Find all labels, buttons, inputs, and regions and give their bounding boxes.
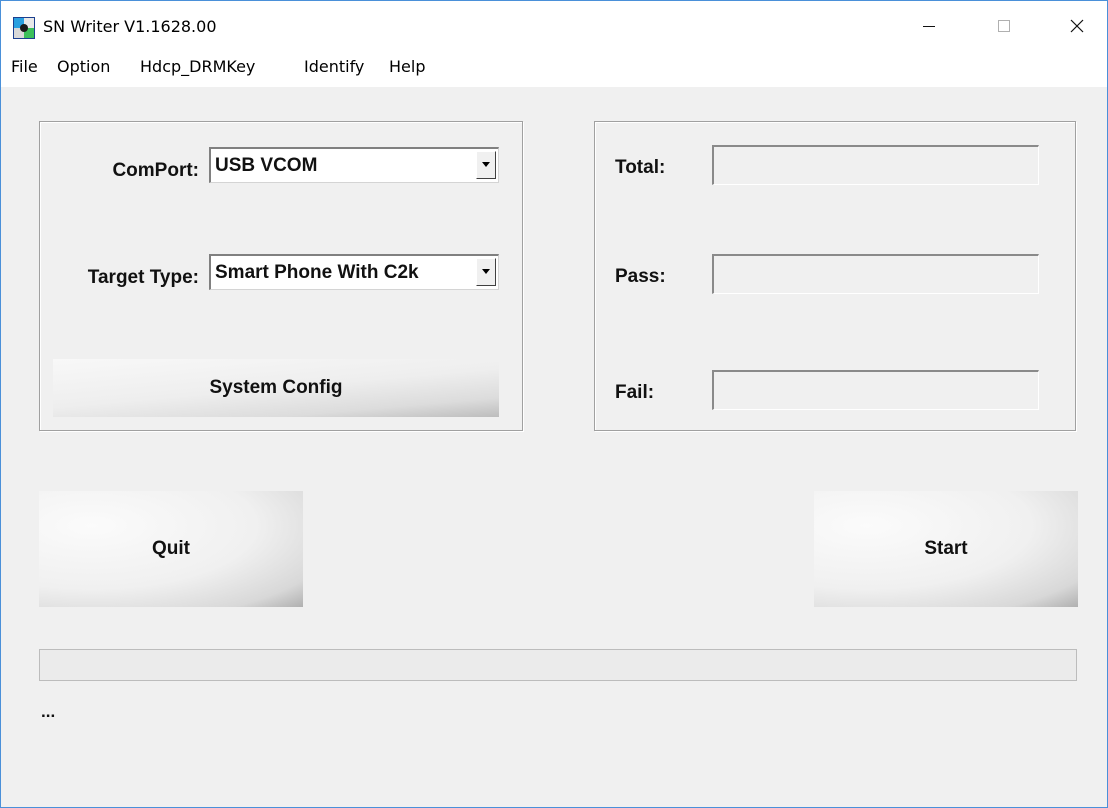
fail-field — [712, 370, 1039, 410]
status-text: ... — [41, 702, 56, 721]
target-type-dropdown-button[interactable] — [476, 258, 496, 286]
title-bar[interactable]: SN Writer V1.1628.00 — [1, 1, 1107, 47]
system-config-label: System Config — [209, 377, 343, 398]
menu-bar: File Option Hdcp_DRMKey Identify Help — [1, 47, 1107, 88]
window-title: SN Writer V1.1628.00 — [43, 17, 217, 36]
target-type-label: Target Type: — [87, 267, 199, 288]
minimize-button[interactable] — [906, 11, 952, 41]
close-button[interactable] — [1054, 11, 1100, 41]
total-label: Total: — [615, 157, 666, 178]
minimize-icon — [923, 26, 935, 27]
target-type-select[interactable]: Smart Phone With C2k — [209, 254, 499, 290]
fail-label: Fail: — [615, 382, 655, 403]
menu-file[interactable]: File — [9, 55, 40, 79]
app-window: SN Writer V1.1628.00 File Option Hdcp_DR… — [0, 0, 1108, 808]
target-type-value: Smart Phone With C2k — [215, 262, 419, 283]
menu-help[interactable]: Help — [387, 55, 427, 79]
pass-field — [712, 254, 1039, 294]
comport-select[interactable]: USB VCOM — [209, 147, 499, 183]
comport-dropdown-button[interactable] — [476, 151, 496, 179]
quit-button[interactable]: Quit — [39, 491, 303, 607]
progress-bar — [39, 649, 1077, 681]
maximize-button[interactable] — [981, 11, 1027, 41]
quit-label: Quit — [152, 538, 190, 559]
maximize-icon — [998, 20, 1010, 32]
pass-label: Pass: — [615, 266, 666, 287]
chevron-down-icon — [482, 269, 490, 274]
menu-option[interactable]: Option — [55, 55, 112, 79]
comport-value: USB VCOM — [215, 155, 318, 176]
comport-label: ComPort: — [112, 160, 199, 181]
menu-hdcp-drmkey[interactable]: Hdcp_DRMKey — [138, 55, 257, 79]
start-label: Start — [924, 538, 968, 559]
start-button[interactable]: Start — [814, 491, 1078, 607]
close-icon — [1070, 19, 1084, 33]
total-field — [712, 145, 1039, 185]
system-config-button[interactable]: System Config — [53, 359, 499, 417]
menu-identify[interactable]: Identify — [302, 55, 366, 79]
app-icon — [13, 17, 35, 39]
chevron-down-icon — [482, 162, 490, 167]
